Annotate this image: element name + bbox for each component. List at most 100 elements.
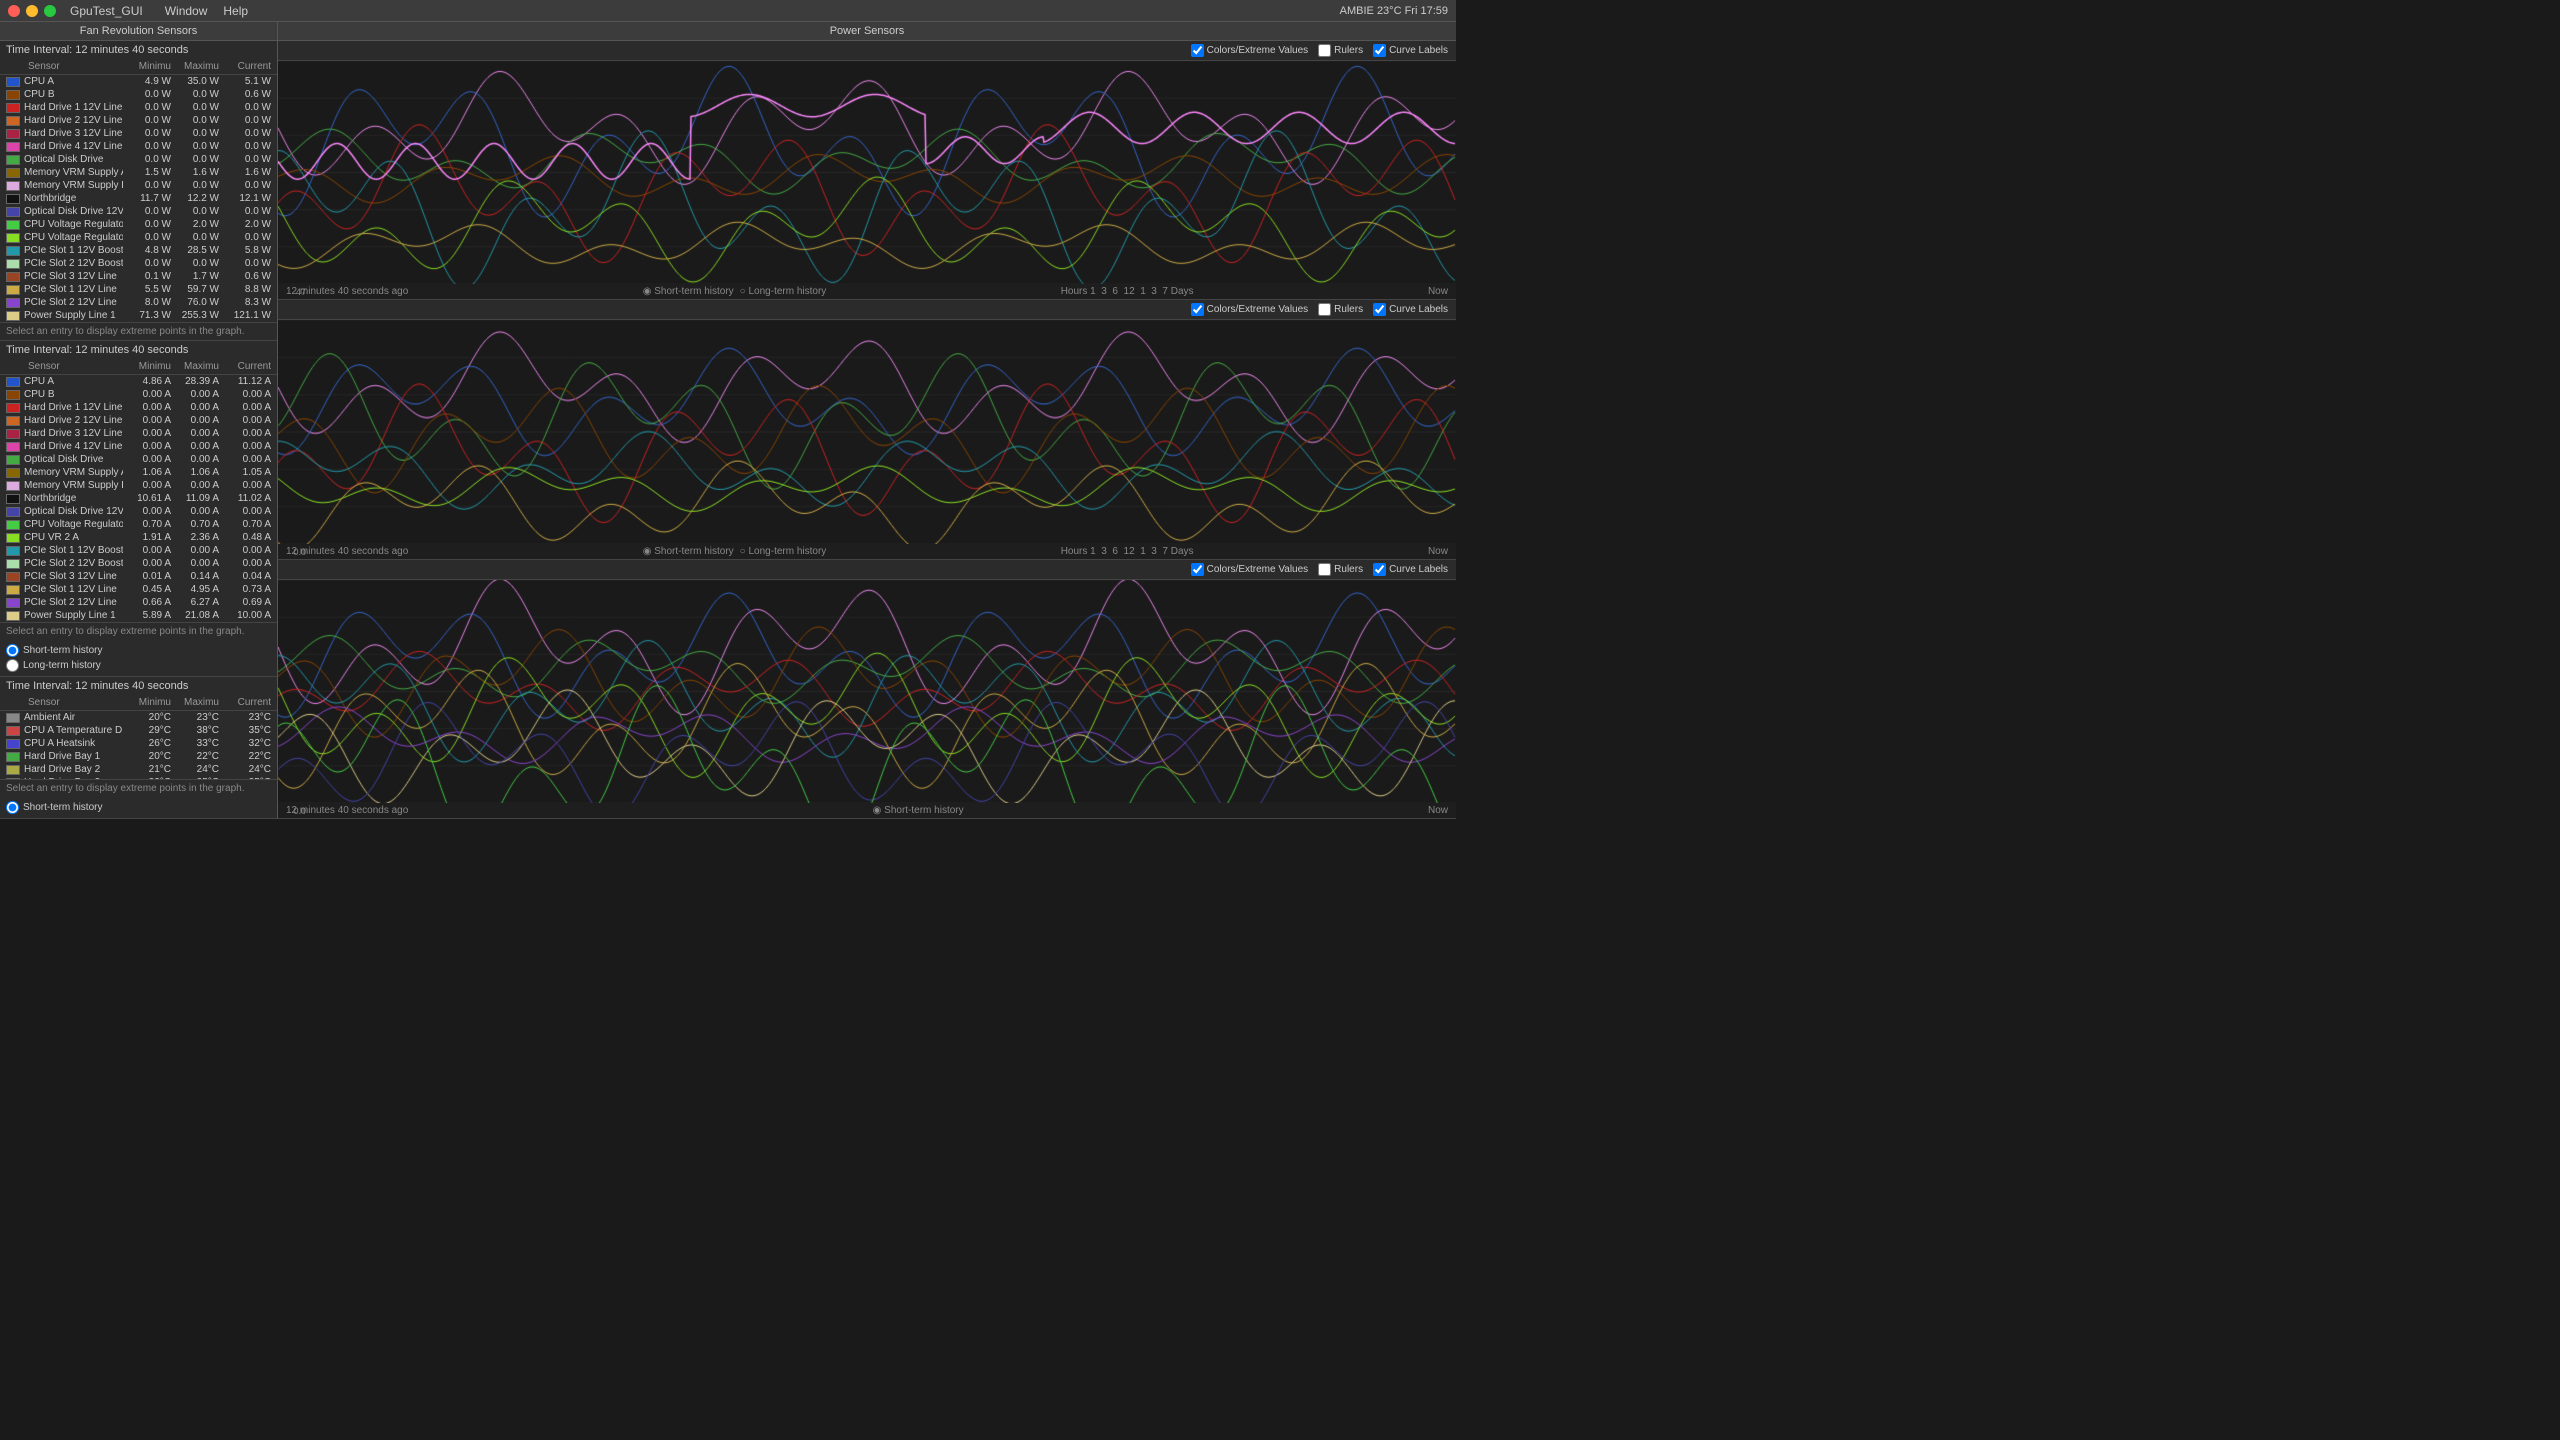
chart-section-2: A 32.0 26.7 21.3 16.0 10.7 5.3 0.0 12 mi…	[278, 320, 1456, 559]
curve-labels-checkbox[interactable]: Curve Labels	[1373, 44, 1448, 57]
minimize-button[interactable]	[26, 5, 38, 17]
short-term-radio[interactable]	[6, 644, 19, 657]
sensor-name: Memory VRM Supply B	[24, 180, 123, 191]
list-item[interactable]: Hard Drive 2 12V Line 0.00 A 0.00 A 0.00…	[0, 414, 277, 427]
sensor-name: Ambient Air	[24, 712, 123, 723]
sensor-name: Memory VRM Supply A	[24, 467, 123, 478]
list-item[interactable]: Power Supply Line 1 71.3 W 255.3 W 121.1…	[0, 309, 277, 322]
colors-extreme-checkbox[interactable]: Colors/Extreme Values	[1191, 44, 1309, 57]
close-button[interactable]	[8, 5, 20, 17]
list-item[interactable]: CPU Voltage Regulator Supply 2 0.0 W 0.0…	[0, 231, 277, 244]
list-item[interactable]: Northbridge 11.7 W 12.2 W 12.1 W	[0, 192, 277, 205]
list-item[interactable]: Hard Drive 1 12V Line 0.00 A 0.00 A 0.00…	[0, 401, 277, 414]
sensor-max: 0.70 A	[171, 519, 219, 530]
long-term-radio-row[interactable]: Long-term history	[6, 659, 271, 672]
history-radio-5[interactable]: ◉ Short-term history	[873, 805, 964, 816]
col2-min-label: Minimu	[123, 361, 171, 372]
color-swatch	[6, 298, 20, 308]
list-item[interactable]: Memory VRM Supply A 1.06 A 1.06 A 1.05 A	[0, 466, 277, 479]
section-current-header: Time Interval: 12 minutes 40 seconds	[0, 341, 277, 359]
list-item[interactable]: Northbridge 10.61 A 11.09 A 11.02 A	[0, 492, 277, 505]
list-item[interactable]: PCIe Slot 3 12V Line 0.1 W 1.7 W 0.6 W	[0, 270, 277, 283]
menu-help[interactable]: Help	[223, 4, 248, 18]
temp-sensor-list: Ambient Air 20°C 23°C 23°C CPU A Tempera…	[0, 711, 277, 779]
sensor-name: Hard Drive Bay 1	[24, 751, 123, 762]
chart1-time-axis: Hours 1 3 6 12 1 3 7 Days	[1061, 286, 1194, 297]
window-controls[interactable]: GpuTest_GUI Window Help	[8, 4, 248, 18]
chart1-time-controls[interactable]: ◉ Short-term history ○ Long-term history	[643, 286, 827, 297]
short-term-radio-row[interactable]: Short-term history	[6, 644, 271, 657]
color-swatch	[6, 220, 20, 230]
sensor-current: 0.00 A	[219, 454, 271, 465]
color-swatch	[6, 90, 20, 100]
list-item[interactable]: PCIe Slot 2 12V Line 0.66 A 6.27 A 0.69 …	[0, 596, 277, 609]
list-item[interactable]: PCIe Slot 3 12V Line 0.01 A 0.14 A 0.04 …	[0, 570, 277, 583]
short-term-radio-row-temp[interactable]: Short-term history	[6, 801, 271, 814]
list-item[interactable]: CPU Voltage Regulator... 0.70 A 0.70 A 0…	[0, 518, 277, 531]
rulers-checkbox[interactable]: Rulers	[1318, 44, 1363, 57]
list-item[interactable]: PCIe Slot 2 12V Boost Line 0.0 W 0.0 W 0…	[0, 257, 277, 270]
history-radio-4[interactable]: ○ Long-term history	[740, 546, 827, 557]
section-current: Time Interval: 12 minutes 40 seconds Sen…	[0, 341, 277, 677]
list-item[interactable]: CPU VR 2 A 1.91 A 2.36 A 0.48 A	[0, 531, 277, 544]
list-item[interactable]: CPU B 0.0 W 0.0 W 0.6 W	[0, 88, 277, 101]
list-item[interactable]: Memory VRM Supply B 0.0 W 0.0 W 0.0 W	[0, 179, 277, 192]
list-item[interactable]: PCIe Slot 1 12V Boost Line 4.8 W 28.5 W …	[0, 244, 277, 257]
short-term-radio-temp[interactable]	[6, 801, 19, 814]
list-item[interactable]: Hard Drive Bay 2 21°C 24°C 24°C	[0, 763, 277, 776]
list-item[interactable]: Optical Disk Drive 0.0 W 0.0 W 0.0 W	[0, 153, 277, 166]
curve-labels-checkbox-2[interactable]: Curve Labels	[1373, 303, 1448, 316]
list-item[interactable]: Optical Disk Drive 12V... 0.00 A 0.00 A …	[0, 505, 277, 518]
sensor-min: 29°C	[123, 725, 171, 736]
list-item[interactable]: CPU A Temperature D... 29°C 38°C 35°C	[0, 724, 277, 737]
menu-window[interactable]: Window	[165, 4, 208, 18]
list-item[interactable]: Hard Drive 3 12V Line 0.00 A 0.00 A 0.00…	[0, 427, 277, 440]
list-item[interactable]: Memory VRM Supply A 1.5 W 1.6 W 1.6 W	[0, 166, 277, 179]
sensor-name: CPU Voltage Regulator...	[24, 519, 123, 530]
sensor-name: Power Supply Line 1	[24, 610, 123, 621]
rulers-checkbox-2[interactable]: Rulers	[1318, 303, 1363, 316]
list-item[interactable]: Power Supply Line 1 5.89 A 21.08 A 10.00…	[0, 609, 277, 622]
list-item[interactable]: Hard Drive 4 12V Line 0.00 A 0.00 A 0.00…	[0, 440, 277, 453]
list-item[interactable]: Hard Drive 2 12V Line 0.0 W 0.0 W 0.0 W	[0, 114, 277, 127]
sensor-current: 0.00 A	[219, 506, 271, 517]
list-item[interactable]: CPU A 4.9 W 35.0 W 5.1 W	[0, 75, 277, 88]
list-item[interactable]: Optical Disk Drive 0.00 A 0.00 A 0.00 A	[0, 453, 277, 466]
history-radio-2[interactable]: ○ Long-term history	[740, 286, 827, 297]
colors-extreme-checkbox-3[interactable]: Colors/Extreme Values	[1191, 563, 1309, 576]
long-term-radio[interactable]	[6, 659, 19, 672]
chart2-time-controls[interactable]: ◉ Short-term history ○ Long-term history	[643, 546, 827, 557]
colors-extreme-checkbox-2[interactable]: Colors/Extreme Values	[1191, 303, 1309, 316]
chart3-time-controls[interactable]: ◉ Short-term history	[873, 805, 964, 816]
list-item[interactable]: Ambient Air 20°C 23°C 23°C	[0, 711, 277, 724]
curve-labels-checkbox-3[interactable]: Curve Labels	[1373, 563, 1448, 576]
history-radio-1[interactable]: ◉ Short-term history	[643, 286, 734, 297]
list-item[interactable]: Hard Drive 4 12V Line 0.0 W 0.0 W 0.0 W	[0, 140, 277, 153]
list-item[interactable]: Hard Drive 3 12V Line 0.0 W 0.0 W 0.0 W	[0, 127, 277, 140]
list-item[interactable]: PCIe Slot 2 12V Boost Line 0.00 A 0.00 A…	[0, 557, 277, 570]
col3-sensor-label: Sensor	[28, 697, 123, 708]
sensor-min: 0.0 W	[123, 232, 171, 243]
list-item[interactable]: Optical Disk Drive 12V Line 0.0 W 0.0 W …	[0, 205, 277, 218]
list-item[interactable]: CPU B 0.00 A 0.00 A 0.00 A	[0, 388, 277, 401]
color-swatch	[6, 259, 20, 269]
sensor-max: 28.5 W	[171, 245, 219, 256]
list-item[interactable]: PCIe Slot 1 12V Line 0.45 A 4.95 A 0.73 …	[0, 583, 277, 596]
list-item[interactable]: Memory VRM Supply B 0.00 A 0.00 A 0.00 A	[0, 479, 277, 492]
list-item[interactable]: Hard Drive Bay 1 20°C 22°C 22°C	[0, 750, 277, 763]
list-item[interactable]: CPU Voltage Regulator Supply 1 0.0 W 2.0…	[0, 218, 277, 231]
history-radio-3[interactable]: ◉ Short-term history	[643, 546, 734, 557]
list-item[interactable]: Hard Drive 1 12V Line 0.0 W 0.0 W 0.0 W	[0, 101, 277, 114]
list-item[interactable]: PCIe Slot 1 12V Boost Line 0.00 A 0.00 A…	[0, 544, 277, 557]
rulers-checkbox-3[interactable]: Rulers	[1318, 563, 1363, 576]
color-swatch	[6, 129, 20, 139]
sensor-name: Northbridge	[24, 493, 123, 504]
list-item[interactable]: CPU A 4.86 A 28.39 A 11.12 A	[0, 375, 277, 388]
list-item[interactable]: CPU A Heatsink 26°C 33°C 32°C	[0, 737, 277, 750]
list-item[interactable]: PCIe Slot 2 12V Line 8.0 W 76.0 W 8.3 W	[0, 296, 277, 309]
table-header-temp: Sensor Minimu Maximu Current	[0, 695, 277, 711]
maximize-button[interactable]	[44, 5, 56, 17]
sensor-min: 0.0 W	[123, 206, 171, 217]
color-swatch	[6, 168, 20, 178]
list-item[interactable]: PCIe Slot 1 12V Line 5.5 W 59.7 W 8.8 W	[0, 283, 277, 296]
